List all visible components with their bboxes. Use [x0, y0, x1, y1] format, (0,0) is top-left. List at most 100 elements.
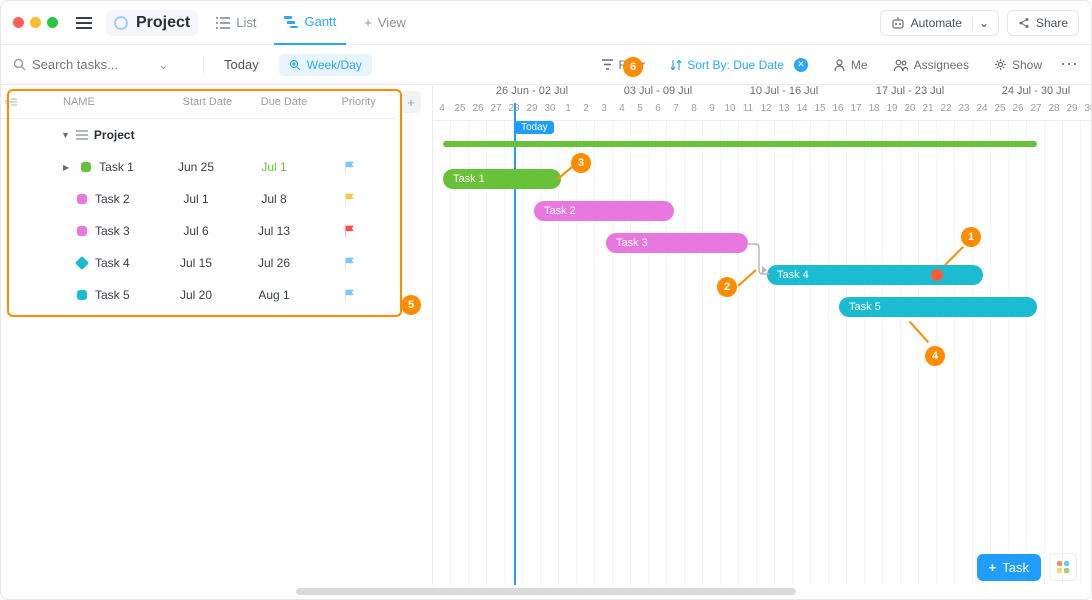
table-row[interactable]: Task 2 Jul 1 Jul 8 — [1, 183, 395, 215]
minimize-window-icon[interactable] — [30, 17, 41, 28]
milestone-marker[interactable] — [931, 269, 943, 281]
col-start[interactable]: Start Date — [169, 96, 246, 108]
main-content: NAME Start Date Due Date Priority ▼ Proj… — [1, 85, 1091, 585]
day-label: 30 — [1081, 103, 1091, 120]
annotation-4: 4 — [925, 346, 945, 366]
search-field[interactable]: ⌄ — [13, 57, 193, 73]
toolbar: ⌄ Today Week/Day Filter Sort By: Due Dat… — [1, 45, 1091, 85]
close-window-icon[interactable] — [13, 17, 24, 28]
project-title: Project — [136, 14, 190, 32]
priority-cell[interactable] — [313, 257, 387, 269]
apps-button[interactable] — [1049, 553, 1077, 581]
day-label: 6 — [649, 103, 667, 120]
priority-cell[interactable] — [313, 193, 387, 205]
task-bar-1[interactable]: Task 1 — [443, 169, 561, 189]
add-column-button[interactable]: + — [401, 91, 421, 113]
day-label: 10 — [721, 103, 739, 120]
due-date-cell[interactable]: Jul 26 — [235, 256, 313, 270]
day-label: 29 — [523, 103, 541, 120]
project-summary-bar[interactable] — [443, 141, 1037, 147]
automate-button[interactable]: Automate ⌄ — [880, 10, 999, 36]
start-date-cell[interactable]: Jun 25 — [157, 160, 235, 174]
due-date-cell[interactable]: Jul 8 — [235, 192, 313, 206]
sort-button[interactable]: Sort By: Due Date ✕ — [663, 54, 816, 76]
chevron-down-icon[interactable]: ⌄ — [972, 16, 988, 30]
day-label: 28 — [1045, 103, 1063, 120]
task-bar-3[interactable]: Task 3 — [606, 233, 748, 253]
day-label: 22 — [937, 103, 955, 120]
new-task-button[interactable]: + Task — [977, 554, 1041, 581]
priority-cell[interactable] — [313, 225, 387, 237]
plus-icon: + — [364, 15, 372, 30]
task-name: Task 4 — [95, 256, 130, 270]
me-label: Me — [851, 58, 868, 72]
day-label: 20 — [901, 103, 919, 120]
week-label: 10 Jul - 16 Jul — [721, 85, 847, 103]
due-date-cell[interactable]: Aug 1 — [235, 288, 313, 302]
start-date-cell[interactable]: Jul 20 — [157, 288, 235, 302]
day-label: 1 — [559, 103, 577, 120]
clear-sort-icon[interactable]: ✕ — [794, 58, 808, 72]
priority-cell[interactable] — [313, 289, 387, 301]
start-date-cell[interactable]: Jul 1 — [157, 192, 235, 206]
task-name-cell[interactable]: Task 4 — [1, 256, 157, 270]
task-name: Task 2 — [95, 192, 130, 206]
status-icon — [81, 162, 91, 172]
maximize-window-icon[interactable] — [47, 17, 58, 28]
gantt-chart[interactable]: 26 Jun - 02 Jul03 Jul - 09 Jul10 Jul - 1… — [433, 85, 1091, 585]
table-row[interactable]: Task 3 Jul 6 Jul 13 — [1, 215, 395, 247]
panel-divider[interactable]: + — [395, 85, 421, 585]
due-date-cell[interactable]: Jul 1 — [235, 160, 313, 174]
priority-cell[interactable] — [313, 161, 387, 173]
day-label: 25 — [991, 103, 1009, 120]
task-bar-4[interactable]: Task 4 — [767, 265, 983, 285]
task-name-cell[interactable]: ▶Task 1 — [1, 160, 157, 174]
share-label: Share — [1036, 16, 1068, 30]
status-icon — [77, 194, 87, 204]
task-name-cell[interactable]: Task 5 — [1, 288, 157, 302]
table-row[interactable]: Task 5 Jul 20 Aug 1 — [1, 279, 395, 311]
today-button[interactable]: Today — [214, 53, 269, 76]
start-date-cell[interactable]: Jul 15 — [157, 256, 235, 270]
search-input[interactable] — [32, 57, 152, 72]
task-bar-5[interactable]: Task 5 — [839, 297, 1037, 317]
add-view-button[interactable]: + View — [354, 1, 416, 45]
me-button[interactable]: Me — [826, 54, 876, 76]
project-chip[interactable]: Project — [106, 10, 198, 36]
automate-label: Automate — [911, 16, 962, 30]
col-priority[interactable]: Priority — [322, 96, 395, 108]
day-label: 16 — [829, 103, 847, 120]
menu-icon[interactable] — [70, 9, 98, 37]
zoom-icon — [289, 59, 301, 71]
more-menu-icon[interactable]: ⋯ — [1060, 54, 1079, 75]
horizontal-scrollbar[interactable] — [296, 588, 796, 595]
table-row[interactable]: ▶Task 1 Jun 25 Jul 1 — [1, 151, 395, 183]
collapse-icon[interactable] — [1, 97, 15, 107]
gantt-body[interactable]: Today Task 1 Task 2 Task 3 Task 4 Task 5… — [433, 121, 1091, 585]
chevron-down-icon[interactable]: ▼ — [61, 130, 70, 140]
task-name-cell[interactable]: Task 3 — [1, 224, 157, 238]
share-button[interactable]: Share — [1007, 10, 1079, 36]
day-label: 3 — [595, 103, 613, 120]
task-name-cell[interactable]: Task 2 — [1, 192, 157, 206]
chevron-down-icon[interactable]: ⌄ — [158, 57, 169, 73]
add-view-label: View — [378, 15, 406, 30]
flag-icon — [344, 257, 356, 269]
view-tab-list[interactable]: List — [206, 1, 266, 45]
assignees-button[interactable]: Assignees — [886, 54, 977, 76]
view-tab-gantt[interactable]: Gantt — [274, 1, 346, 45]
day-label: 9 — [703, 103, 721, 120]
week-label: 26 Jun - 02 Jul — [469, 85, 595, 103]
due-date-cell[interactable]: Jul 13 — [235, 224, 313, 238]
zoom-level-button[interactable]: Week/Day — [279, 54, 372, 76]
filter-icon — [602, 59, 613, 70]
task-name: Task 3 — [95, 224, 130, 238]
window-controls[interactable] — [13, 17, 58, 28]
task-bar-2[interactable]: Task 2 — [534, 201, 674, 221]
col-name[interactable]: NAME — [15, 96, 169, 108]
col-due[interactable]: Due Date — [246, 96, 323, 108]
table-row[interactable]: Task 4 Jul 15 Jul 26 — [1, 247, 395, 279]
group-row[interactable]: ▼ Project — [1, 119, 395, 151]
show-button[interactable]: Show — [987, 54, 1050, 76]
start-date-cell[interactable]: Jul 6 — [157, 224, 235, 238]
